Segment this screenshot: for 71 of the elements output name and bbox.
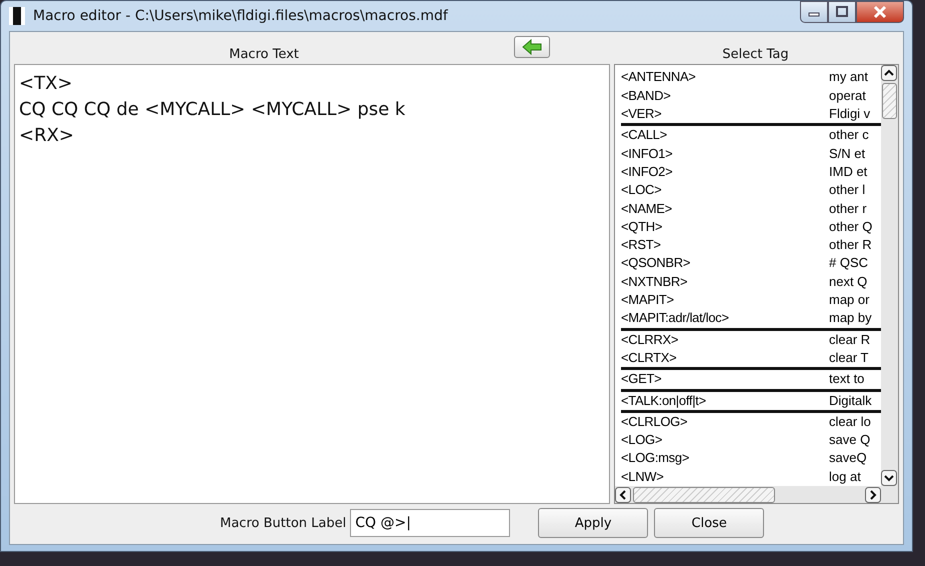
scroll-right-icon[interactable]: [865, 486, 881, 502]
scroll-thumb[interactable]: [882, 83, 897, 120]
tag-description[interactable]: other c: [829, 126, 881, 145]
tag-description[interactable]: # QSC: [829, 254, 881, 273]
close-icon: [872, 5, 888, 19]
tag-description[interactable]: clear R: [829, 330, 881, 349]
tag-description[interactable]: clear T: [829, 348, 881, 368]
tag-name[interactable]: <MAPIT:adr/lat/loc>: [621, 309, 829, 328]
tag-name[interactable]: <CALL>: [621, 126, 829, 145]
tag-description[interactable]: S/N et: [829, 144, 881, 163]
tag-description[interactable]: next Q: [829, 272, 881, 292]
macro-button-label-field[interactable]: CQ @>|: [350, 509, 510, 537]
maximize-icon: [835, 6, 849, 18]
scroll-left-icon[interactable]: [615, 486, 631, 502]
tag-description[interactable]: other R: [829, 236, 881, 254]
left-arrow-icon: [521, 39, 543, 56]
macro-text-area[interactable]: <TX> CQ CQ CQ de <MYCALL> <MYCALL> pse k <RX>: [14, 64, 610, 504]
close-button[interactable]: [856, 1, 904, 23]
tag-description[interactable]: Digitalk: [829, 392, 881, 410]
select-tag-heading: Select Tag: [722, 47, 789, 62]
tag-description[interactable]: Fldigi v: [829, 105, 881, 124]
tag-name[interactable]: <CLRRX>: [621, 330, 829, 349]
tag-description[interactable]: IMD et: [829, 162, 881, 182]
tag-name[interactable]: <LNW>: [621, 468, 829, 486]
tag-description[interactable]: operat: [829, 86, 881, 106]
tag-description[interactable]: clear lo: [829, 412, 881, 432]
tag-name[interactable]: <LOG>: [621, 431, 829, 450]
tag-name[interactable]: <CLRTX>: [621, 348, 829, 368]
vertical-scrollbar[interactable]: [881, 65, 898, 486]
horizontal-scrollbar[interactable]: [615, 486, 898, 503]
scroll-thumb[interactable]: [633, 486, 775, 502]
minimize-button[interactable]: [800, 1, 828, 23]
tag-name[interactable]: <LOG:msg>: [621, 449, 829, 468]
tag-name[interactable]: <NXTNBR>: [621, 272, 829, 292]
macro-text-line: CQ CQ CQ de <MYCALL> <MYCALL> pse k: [19, 98, 406, 122]
tag-description[interactable]: other l: [829, 181, 881, 200]
tag-name[interactable]: <CLRLOG>: [621, 412, 829, 432]
insert-tag-button[interactable]: [514, 36, 550, 58]
tag-name[interactable]: <RST>: [621, 236, 829, 254]
scroll-up-icon[interactable]: [881, 65, 897, 82]
tag-description[interactable]: save Q: [829, 431, 881, 450]
tag-description[interactable]: saveQ: [829, 449, 881, 468]
tag-name[interactable]: <TALK:on|off|t>: [621, 392, 829, 410]
field-label: Macro Button Label: [220, 516, 346, 530]
macro-text-line: <RX>: [19, 124, 76, 148]
tag-description[interactable]: other r: [829, 200, 881, 218]
scroll-down-icon[interactable]: [881, 470, 897, 486]
tag-name[interactable]: <GET>: [621, 370, 829, 389]
tag-name[interactable]: <QSONBR>: [621, 254, 829, 273]
window-title: Macro editor - C:\Users\mike\fldigi.files\macros\macros.mdf: [33, 8, 448, 24]
tag-name[interactable]: <MAPIT>: [621, 291, 829, 310]
tag-description[interactable]: my ant: [829, 68, 881, 87]
dialog-button[interactable]: Apply: [538, 508, 648, 538]
tag-name[interactable]: <LOC>: [621, 181, 829, 200]
tag-name[interactable]: <INFO2>: [621, 162, 829, 182]
tag-description[interactable]: text to: [829, 370, 881, 389]
dialog-button[interactable]: Close: [654, 508, 764, 538]
tag-name[interactable]: <NAME>: [621, 200, 829, 218]
tag-description[interactable]: map or: [829, 291, 881, 310]
maximize-button[interactable]: [828, 1, 856, 23]
app-icon: [9, 7, 25, 26]
tag-name[interactable]: <VER>: [621, 105, 829, 124]
tag-description[interactable]: other Q: [829, 218, 881, 236]
tag-description[interactable]: map by: [829, 309, 881, 328]
macro-text-line: <TX>: [19, 72, 74, 96]
tag-description[interactable]: log at: [829, 468, 881, 486]
tag-name[interactable]: <QTH>: [621, 218, 829, 236]
tag-name[interactable]: <INFO1>: [621, 144, 829, 163]
macro-text-heading: Macro Text: [229, 47, 299, 62]
tag-name[interactable]: <ANTENNA>: [621, 68, 829, 87]
tag-name[interactable]: <BAND>: [621, 86, 829, 106]
